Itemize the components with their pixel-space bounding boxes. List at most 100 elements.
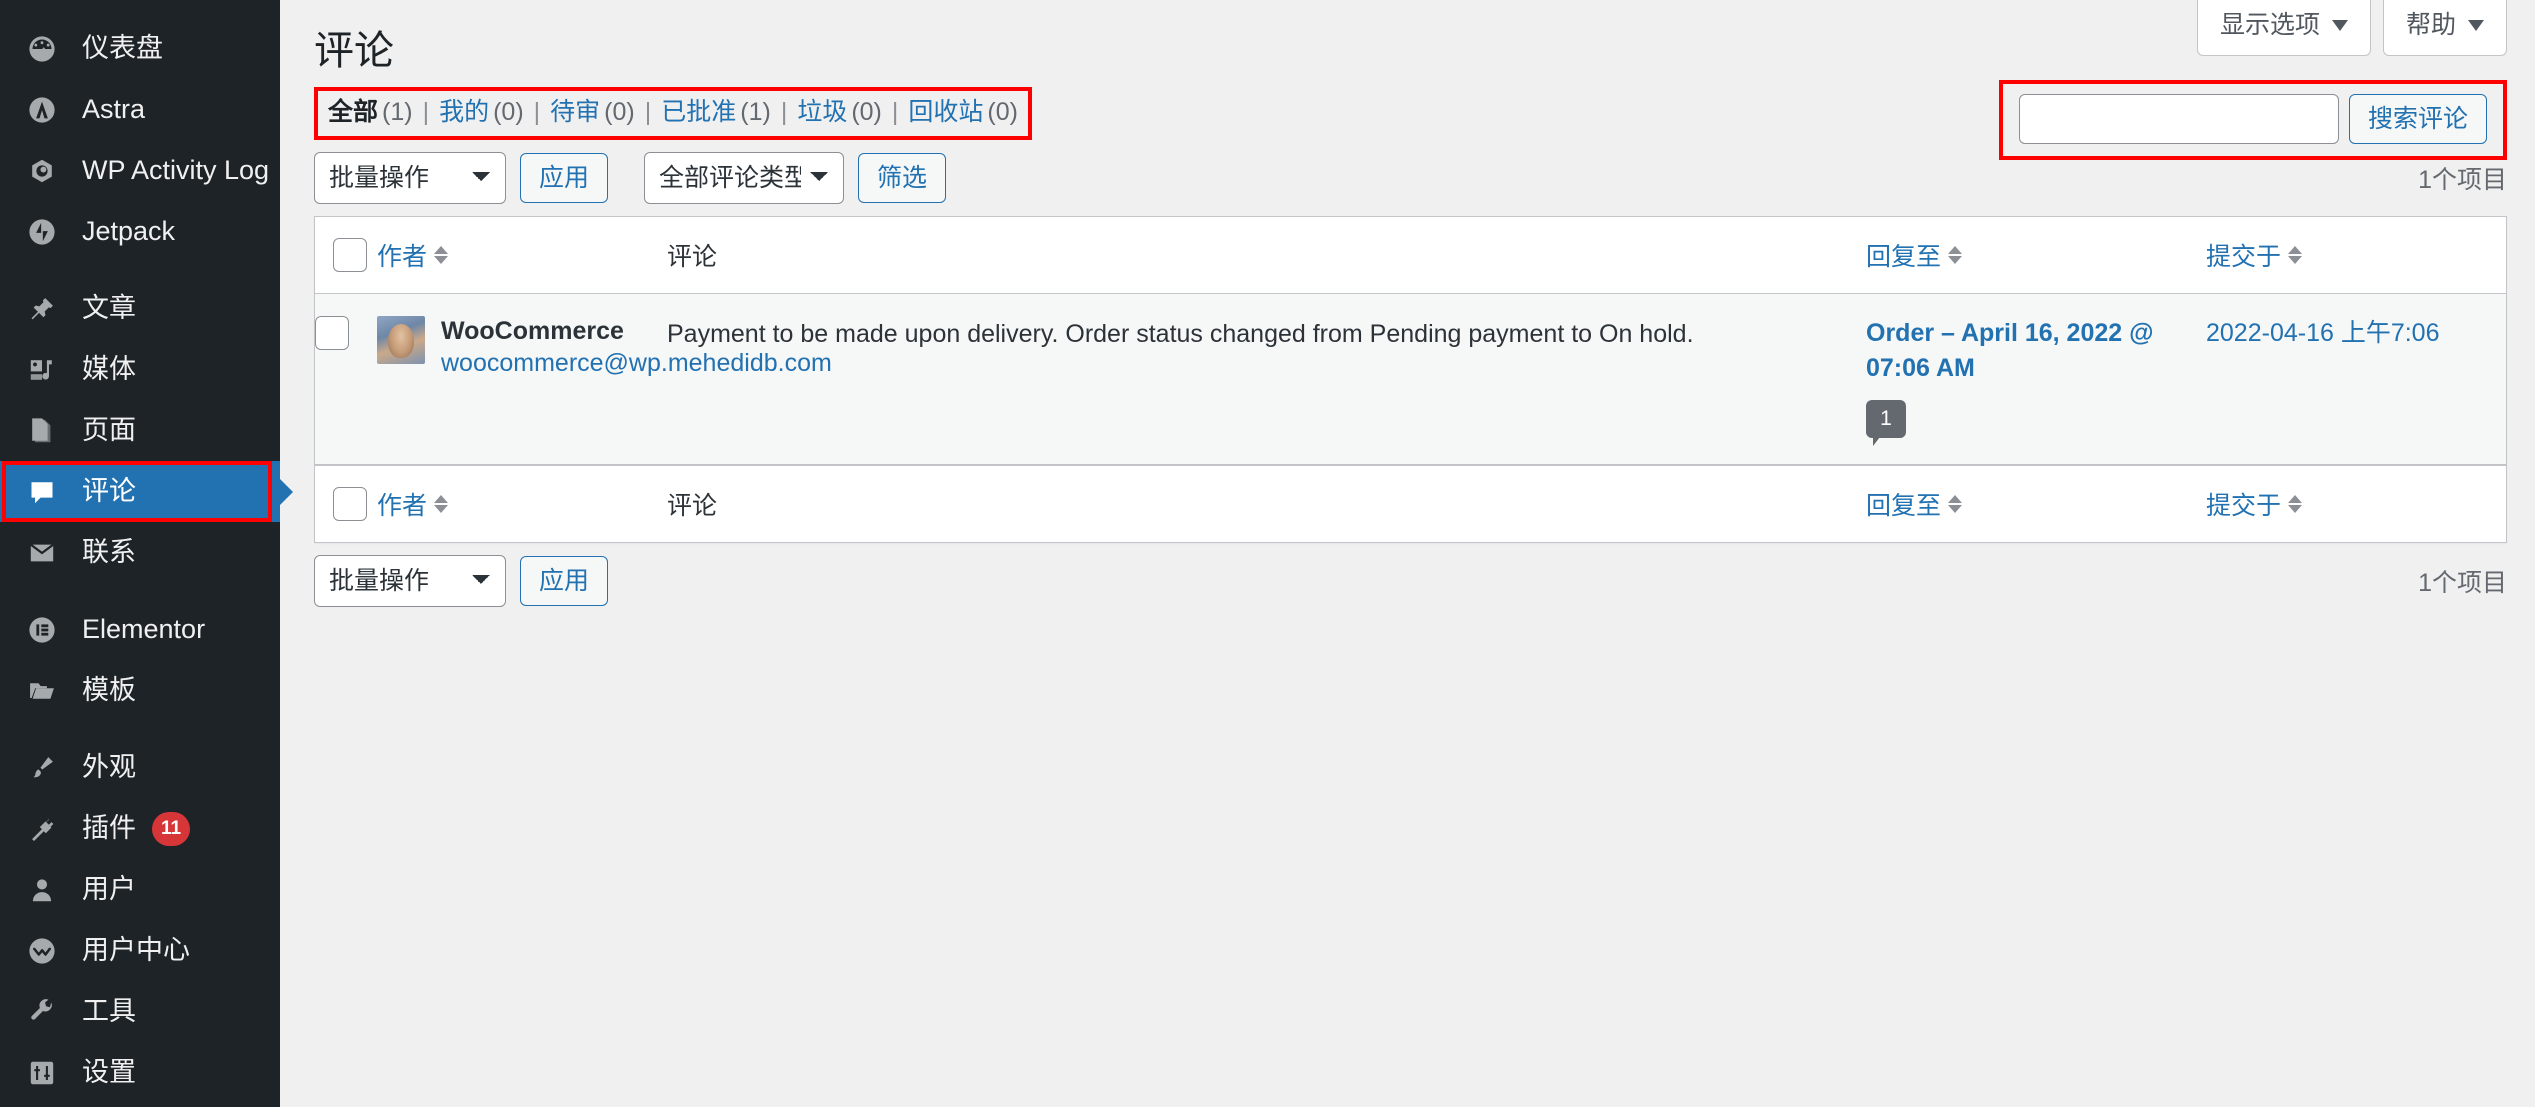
- table-foot: 作者 评论 回复至 提交于: [315, 465, 2506, 542]
- sidebar-item-文章[interactable]: 文章: [0, 278, 280, 339]
- bulk-action-select-bottom[interactable]: 批量操作批准取消批准标记为垃圾移至回收站: [314, 555, 506, 607]
- apply-button-bottom[interactable]: 应用: [520, 556, 609, 606]
- sort-author-link[interactable]: 作者: [377, 237, 449, 273]
- select-all-checkbox[interactable]: [333, 238, 367, 272]
- filter-item-回收站: | 回收站 (0): [882, 95, 1018, 130]
- sidebar-item-模板[interactable]: 模板: [0, 660, 280, 721]
- displaying-num-bottom: 1个项目: [2418, 569, 2507, 597]
- sidebar-item-label: 设置: [82, 1057, 136, 1087]
- sidebar-item-label: 仪表盘: [82, 33, 163, 63]
- sort-response-link-footer[interactable]: 回复至: [1866, 486, 1963, 522]
- sidebar-item-设置[interactable]: 设置: [0, 1042, 280, 1103]
- sidebar-item-媒体[interactable]: 媒体: [0, 339, 280, 400]
- avatar: [377, 316, 425, 364]
- sidebar-item-页面[interactable]: 页面: [0, 400, 280, 461]
- row-checkbox[interactable]: [315, 316, 349, 350]
- filter-link-我的[interactable]: 我的: [439, 95, 489, 130]
- response-post-link[interactable]: Order – April 16, 2022 @ 07:06 AM: [1866, 316, 2206, 386]
- displaying-num-top: 1个项目: [2418, 166, 2507, 194]
- comment-type-select[interactable]: 全部评论类型评论Pings: [644, 152, 845, 204]
- comment-cell: Payment to be made upon delivery. Order …: [667, 294, 1866, 465]
- select-all-checkbox-footer[interactable]: [333, 487, 367, 521]
- sort-author-link-footer[interactable]: 作者: [377, 486, 449, 522]
- table-header-row: 作者 评论 回复至 提交于: [315, 217, 2506, 294]
- plug-icon: [20, 815, 64, 843]
- sidebar-separator: [0, 583, 280, 599]
- bulk-action-select-top[interactable]: 批量操作批准取消批准标记为垃圾移至回收站: [314, 152, 506, 204]
- sort-date-link[interactable]: 提交于: [2206, 237, 2303, 273]
- filter-button[interactable]: 筛选: [858, 153, 947, 203]
- sidebar-item-label: 媒体: [82, 354, 136, 384]
- filter-separator: |: [533, 98, 541, 126]
- jetpack-icon: [20, 218, 64, 246]
- sort-arrows-icon: [434, 246, 449, 264]
- user-icon: [20, 876, 64, 904]
- eye-icon: [20, 157, 64, 185]
- author-email-link[interactable]: woocommerce@wp.mehedidb.com: [441, 347, 832, 381]
- sidebar-item-联系[interactable]: 联系: [0, 522, 280, 583]
- column-footer-comment: 评论: [667, 465, 1866, 542]
- filter-link-待审[interactable]: 待审: [550, 95, 600, 130]
- filter-count: (0): [493, 98, 524, 126]
- filter-list: 全部 (1) | 我的 (0) | 待审 (0) | 已批准 (1) | 垃圾 (0) | 回收站 (0): [314, 87, 1032, 140]
- apply-button-top[interactable]: 应用: [520, 153, 609, 203]
- sidebar-item-外观[interactable]: 外观: [0, 737, 280, 798]
- comment-count-bubble[interactable]: 1: [1866, 400, 1906, 446]
- filter-separator: |: [644, 98, 652, 126]
- sidebar-item-label: 模板: [82, 675, 136, 705]
- help-button[interactable]: 帮助: [2382, 0, 2507, 56]
- elementor-icon: [20, 616, 64, 644]
- filter-separator: |: [780, 98, 788, 126]
- sidebar-item-Astra[interactable]: Astra: [0, 79, 280, 140]
- comment-icon: [20, 478, 64, 506]
- tablenav-bottom: 批量操作批准取消批准标记为垃圾移至回收站 应用 1个项目: [314, 543, 2507, 619]
- sidebar-item-工具[interactable]: 工具: [0, 981, 280, 1042]
- sidebar-item-用户[interactable]: 用户: [0, 859, 280, 920]
- table-footer-row: 作者 评论 回复至 提交于: [315, 465, 2506, 542]
- author-name: WooCommerce: [441, 317, 624, 345]
- column-label-comment: 评论: [667, 243, 718, 271]
- submitted-date: 2022-04-16 上午7:06: [2206, 319, 2440, 347]
- filter-link-已批准[interactable]: 已批准: [661, 95, 736, 130]
- filter-count: (0): [604, 98, 635, 126]
- sidebar-item-评论[interactable]: 评论: [0, 461, 293, 522]
- sidebar-item-label: 用户: [82, 874, 136, 904]
- chevron-down-icon: [2468, 19, 2484, 31]
- screen-options-button[interactable]: 显示选项: [2196, 0, 2371, 56]
- sidebar-item-Elementor[interactable]: Elementor: [0, 599, 280, 660]
- search-comments-button[interactable]: 搜索评论: [2348, 94, 2487, 144]
- comment-text: Payment to be made upon delivery. Order …: [667, 320, 1694, 348]
- select-all-footer-header: [315, 465, 377, 542]
- column-label-author: 作者: [377, 243, 428, 271]
- sidebar-item-WP Activity Log[interactable]: WP Activity Log: [0, 140, 280, 201]
- filter-link-全部[interactable]: 全部: [328, 95, 378, 130]
- sidebar-item-仪表盘[interactable]: 仪表盘: [0, 18, 280, 79]
- date-cell: 2022-04-16 上午7:06: [2206, 294, 2506, 465]
- filter-link-回收站[interactable]: 回收站: [908, 95, 983, 130]
- sort-arrows-icon: [1948, 495, 1963, 513]
- screen-options-label: 显示选项: [2219, 11, 2320, 39]
- comments-table: 作者 评论 回复至 提交于 WooCommerce woocommerce@wp…: [314, 216, 2507, 543]
- filter-link-垃圾[interactable]: 垃圾: [797, 95, 847, 130]
- sidebar-item-插件[interactable]: 插件 11: [0, 798, 280, 859]
- pin-icon: [20, 295, 64, 323]
- sidebar-item-label: 联系: [82, 537, 136, 567]
- column-header-response: 回复至: [1866, 217, 2206, 294]
- filter-item-垃圾: | 垃圾 (0): [771, 95, 882, 130]
- sidebar-item-用户中心[interactable]: 用户中心: [0, 920, 280, 981]
- sort-date-link-footer[interactable]: 提交于: [2206, 486, 2303, 522]
- sort-arrows-icon: [2288, 495, 2303, 513]
- brush-icon: [20, 754, 64, 782]
- chevron-down-icon: [2331, 19, 2348, 31]
- mail-icon: [20, 539, 64, 567]
- column-footer-date: 提交于: [2206, 465, 2506, 542]
- search-input[interactable]: [2018, 94, 2339, 144]
- plugin-update-badge: 11: [152, 811, 191, 846]
- filter-count: (1): [740, 98, 771, 126]
- sort-response-link[interactable]: 回复至: [1866, 237, 1963, 273]
- comment-status-filters: 全部 (1) | 我的 (0) | 待审 (0) | 已批准 (1) | 垃圾 (0) | 回收站 (0): [314, 87, 1032, 140]
- page-icon: [20, 417, 64, 445]
- sidebar-item-Jetpack[interactable]: Jetpack: [0, 201, 280, 262]
- tablenav-top: 批量操作批准取消批准标记为垃圾移至回收站 应用 全部评论类型评论Pings 筛选…: [314, 140, 2507, 216]
- column-header-comment: 评论: [667, 217, 1866, 294]
